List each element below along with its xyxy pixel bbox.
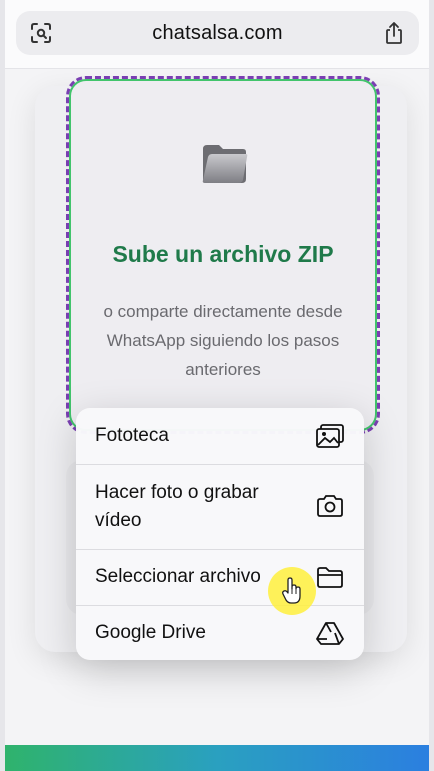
camera-icon (317, 495, 343, 517)
upload-title: Sube un archivo ZIP (112, 241, 334, 267)
menu-item-take-photo[interactable]: Hacer foto o grabar vídeo (76, 465, 364, 549)
upload-dropzone[interactable]: Sube un archivo ZIP o comparte directame… (66, 76, 380, 434)
menu-item-label: Seleccionar archivo (95, 566, 261, 587)
folder-icon (317, 567, 343, 588)
hand-cursor-icon (282, 577, 301, 604)
menu-item-label: Google Drive (95, 622, 206, 643)
upload-description: o comparte directamente desde WhatsApp s… (103, 302, 343, 379)
browser-top-bar: chatsalsa.com (5, 0, 429, 69)
google-drive-icon (316, 622, 344, 645)
menu-item-label: Fototeca (95, 425, 169, 446)
screen-edge-right (429, 0, 434, 771)
folder-icon (202, 145, 248, 183)
phone-screen: chatsalsa.com Sube un archivo ZIP o comp… (5, 0, 429, 771)
bottom-gradient-bar (5, 745, 429, 771)
menu-item-select-file[interactable]: Seleccionar archivo (76, 550, 364, 605)
url-text[interactable]: chatsalsa.com (16, 22, 419, 45)
file-picker-menu: Fototeca Hacer foto o grabar vídeo Selec… (76, 408, 364, 660)
menu-item-photo-library[interactable]: Fototeca (76, 408, 364, 464)
address-bar[interactable]: chatsalsa.com (16, 11, 419, 55)
share-icon[interactable] (383, 21, 405, 45)
photo-library-icon (316, 424, 344, 448)
menu-item-label: Hacer foto o grabar vídeo (95, 482, 259, 531)
menu-item-google-drive[interactable]: Google Drive (76, 606, 364, 660)
